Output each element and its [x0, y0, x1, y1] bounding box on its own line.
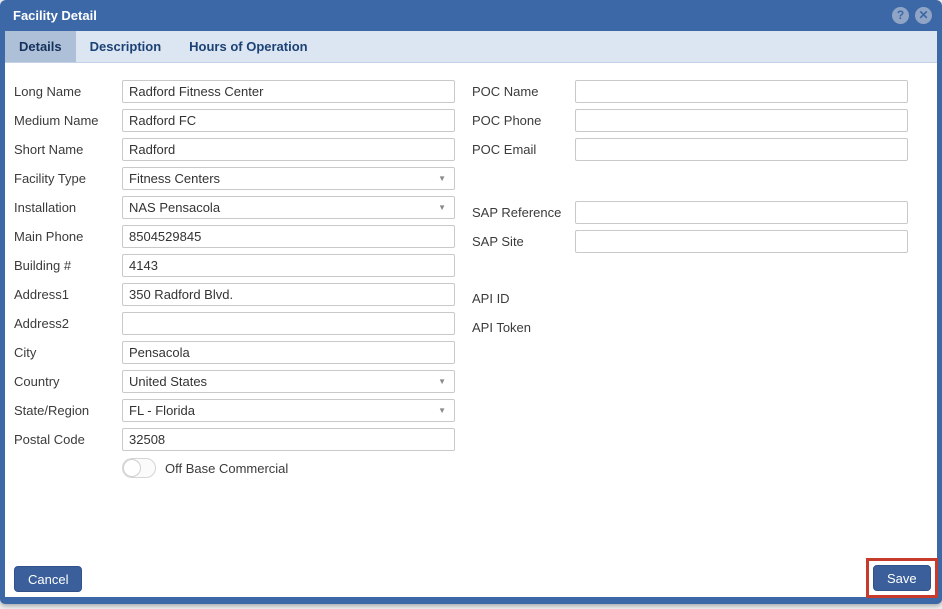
dialog-body: DetailsDescriptionHours of Operation Lon… [5, 31, 937, 597]
dialog-title: Facility Detail [13, 8, 892, 23]
country-select[interactable]: United States▼ [122, 370, 455, 393]
help-icon[interactable]: ? [892, 7, 909, 24]
main-phone-label: Main Phone [14, 229, 122, 244]
long-name-row: Long Name [14, 80, 455, 103]
poc-phone-input[interactable] [575, 109, 908, 132]
country-label: Country [14, 374, 122, 389]
facility-type-value: Fitness Centers [129, 171, 438, 186]
installation-select[interactable]: NAS Pensacola▼ [122, 196, 455, 219]
building-number-label: Building # [14, 258, 122, 273]
dialog-titlebar: Facility Detail ? ✕ [0, 0, 942, 31]
poc-email-row: POC Email [472, 138, 908, 161]
poc-name-row: POC Name [472, 80, 908, 103]
installation-row: InstallationNAS Pensacola▼ [14, 196, 455, 219]
medium-name-input[interactable] [122, 109, 455, 132]
facility-type-row: Facility TypeFitness Centers▼ [14, 167, 455, 190]
off-base-commercial-label: Off Base Commercial [165, 461, 288, 476]
api-token-label: API Token [472, 320, 575, 335]
poc-email-label: POC Email [472, 142, 575, 157]
form-right-column: POC Name POC Phone POC Email SAP Reference S… [472, 80, 908, 345]
short-name-row: Short Name [14, 138, 455, 161]
off-base-commercial-toggle[interactable] [122, 458, 156, 478]
tab-description[interactable]: Description [76, 31, 176, 62]
sap-site-row: SAP Site [472, 230, 908, 253]
dropdown-arrow-icon: ▼ [438, 377, 446, 386]
facility-type-label: Facility Type [14, 171, 122, 186]
poc-phone-label: POC Phone [472, 113, 575, 128]
poc-email-input[interactable] [575, 138, 908, 161]
dropdown-arrow-icon: ▼ [438, 406, 446, 415]
dropdown-arrow-icon: ▼ [438, 174, 446, 183]
main-phone-input[interactable] [122, 225, 455, 248]
api-token-row: API Token [472, 316, 908, 339]
save-highlight-annotation: Save [866, 558, 938, 598]
long-name-input[interactable] [122, 80, 455, 103]
city-row: City [14, 341, 455, 364]
state-region-value: FL - Florida [129, 403, 438, 418]
long-name-label: Long Name [14, 84, 122, 99]
medium-name-row: Medium Name [14, 109, 455, 132]
city-label: City [14, 345, 122, 360]
short-name-label: Short Name [14, 142, 122, 157]
state-region-select[interactable]: FL - Florida▼ [122, 399, 455, 422]
api-id-row: API ID [472, 287, 908, 310]
address2-row: Address2 [14, 312, 455, 335]
postal-code-input[interactable] [122, 428, 455, 451]
form-left-column: Long Name Medium Name Short Name Facility T… [14, 80, 455, 479]
dropdown-arrow-icon: ▼ [438, 203, 446, 212]
address2-input[interactable] [122, 312, 455, 335]
short-name-input[interactable] [122, 138, 455, 161]
address1-label: Address1 [14, 287, 122, 302]
country-value: United States [129, 374, 438, 389]
save-button[interactable]: Save [873, 565, 931, 591]
sap-reference-row: SAP Reference [472, 201, 908, 224]
installation-value: NAS Pensacola [129, 200, 438, 215]
facility-type-select[interactable]: Fitness Centers▼ [122, 167, 455, 190]
main-phone-row: Main Phone [14, 225, 455, 248]
city-input[interactable] [122, 341, 455, 364]
state-region-label: State/Region [14, 403, 122, 418]
poc-phone-row: POC Phone [472, 109, 908, 132]
building-number-input[interactable] [122, 254, 455, 277]
sap-reference-input[interactable] [575, 201, 908, 224]
titlebar-icons: ? ✕ [892, 7, 932, 24]
form-content: Long Name Medium Name Short Name Facility T… [5, 63, 937, 597]
off-base-commercial-row: Off Base Commercial [122, 457, 455, 479]
postal-code-label: Postal Code [14, 432, 122, 447]
country-row: CountryUnited States▼ [14, 370, 455, 393]
facility-detail-dialog: Facility Detail ? ✕ DetailsDescriptionHo… [0, 0, 942, 604]
api-id-label: API ID [472, 291, 575, 306]
address1-input[interactable] [122, 283, 455, 306]
medium-name-label: Medium Name [14, 113, 122, 128]
tab-bar: DetailsDescriptionHours of Operation [5, 31, 937, 63]
poc-name-input[interactable] [575, 80, 908, 103]
tab-hours-of-operation[interactable]: Hours of Operation [175, 31, 321, 62]
postal-code-row: Postal Code [14, 428, 455, 451]
sap-site-label: SAP Site [472, 234, 575, 249]
tab-details[interactable]: Details [5, 31, 76, 62]
address2-label: Address2 [14, 316, 122, 331]
state-region-row: State/RegionFL - Florida▼ [14, 399, 455, 422]
poc-name-label: POC Name [472, 84, 575, 99]
installation-label: Installation [14, 200, 122, 215]
sap-site-input[interactable] [575, 230, 908, 253]
close-icon[interactable]: ✕ [915, 7, 932, 24]
sap-reference-label: SAP Reference [472, 205, 575, 220]
building-number-row: Building # [14, 254, 455, 277]
address1-row: Address1 [14, 283, 455, 306]
cancel-button[interactable]: Cancel [14, 566, 82, 592]
toggle-knob-icon [123, 459, 141, 477]
